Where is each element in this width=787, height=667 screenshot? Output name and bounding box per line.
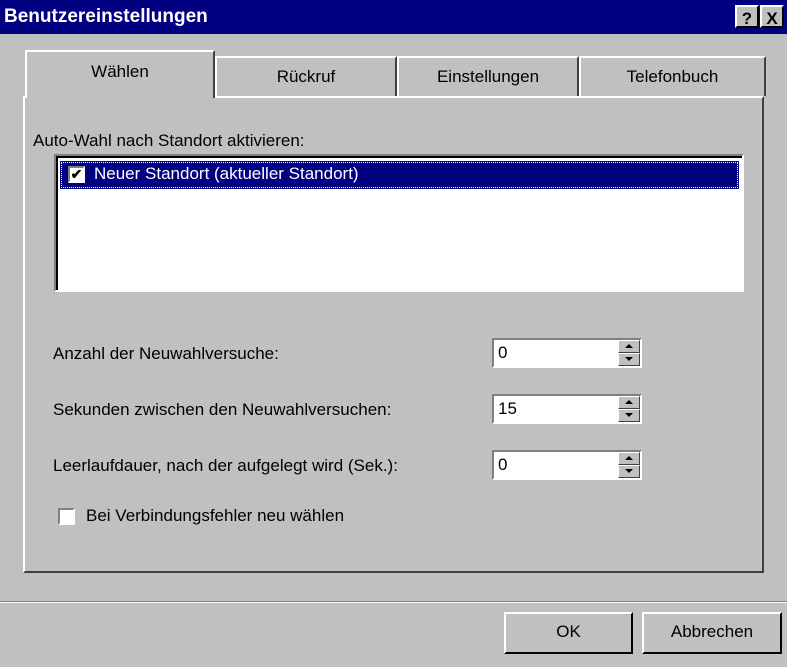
redial-on-error-label: Bei Verbindungsfehler neu wählen (86, 506, 345, 525)
arrow-down-icon (625, 413, 633, 417)
divider (0, 601, 787, 603)
list-item-label: Neuer Standort (aktueller Standort) (94, 164, 359, 183)
dialog-window: Benutzereinstellungen ? X Wählen Rückruf… (0, 0, 787, 667)
cancel-button[interactable]: Abbrechen (642, 612, 782, 654)
redial-on-error-checkbox[interactable] (58, 508, 75, 525)
spinner-buttons (618, 396, 640, 422)
tab-rueckruf[interactable]: Rückruf (215, 56, 397, 96)
help-button[interactable]: ? (735, 5, 759, 28)
tab-label: Wählen (91, 62, 149, 81)
spin-down-button[interactable] (618, 353, 640, 366)
idle-hangup-value[interactable]: 0 (498, 455, 507, 475)
arrow-down-icon (625, 469, 633, 473)
redial-attempts-value[interactable]: 0 (498, 343, 507, 363)
redial-interval-spinner[interactable]: 15 (492, 394, 642, 424)
arrow-down-icon (625, 357, 633, 361)
list-item[interactable]: ✔ Neuer Standort (aktueller Standort) (60, 161, 739, 189)
autodial-location-list[interactable]: ✔ Neuer Standort (aktueller Standort) (54, 154, 744, 292)
idle-hangup-label: Leerlaufdauer, nach der aufgelegt wird (… (53, 456, 398, 475)
tab-label: Telefonbuch (626, 67, 719, 86)
tab-telefonbuch[interactable]: Telefonbuch (579, 56, 766, 96)
autodial-label: Auto-Wahl nach Standort aktivieren: (33, 131, 305, 150)
arrow-up-icon (625, 456, 633, 460)
arrow-up-icon (625, 344, 633, 348)
spinner-buttons (618, 340, 640, 366)
arrow-up-icon (625, 400, 633, 404)
close-button[interactable]: X (760, 5, 784, 28)
spin-up-button[interactable] (618, 452, 640, 465)
tab-einstellungen[interactable]: Einstellungen (397, 56, 579, 96)
tab-panel-waehlen: Auto-Wahl nach Standort aktivieren: ✔ Ne… (23, 96, 764, 573)
spin-up-button[interactable] (618, 340, 640, 353)
redial-interval-value[interactable]: 15 (498, 399, 517, 419)
spin-down-button[interactable] (618, 465, 640, 478)
ok-button[interactable]: OK (504, 612, 633, 654)
spin-up-button[interactable] (618, 396, 640, 409)
idle-hangup-spinner[interactable]: 0 (492, 450, 642, 480)
tab-waehlen[interactable]: Wählen (25, 50, 215, 98)
window-title: Benutzereinstellungen (4, 6, 208, 27)
spinner-buttons (618, 452, 640, 478)
redial-attempts-spinner[interactable]: 0 (492, 338, 642, 368)
spin-down-button[interactable] (618, 409, 640, 422)
location-checkbox[interactable]: ✔ (68, 166, 85, 183)
redial-interval-label: Sekunden zwischen den Neuwahlversuchen: (53, 400, 392, 419)
tab-label: Einstellungen (436, 67, 540, 86)
redial-attempts-label: Anzahl der Neuwahlversuche: (53, 344, 279, 363)
title-bar[interactable]: Benutzereinstellungen ? X (0, 0, 787, 34)
tab-label: Rückruf (276, 67, 336, 86)
